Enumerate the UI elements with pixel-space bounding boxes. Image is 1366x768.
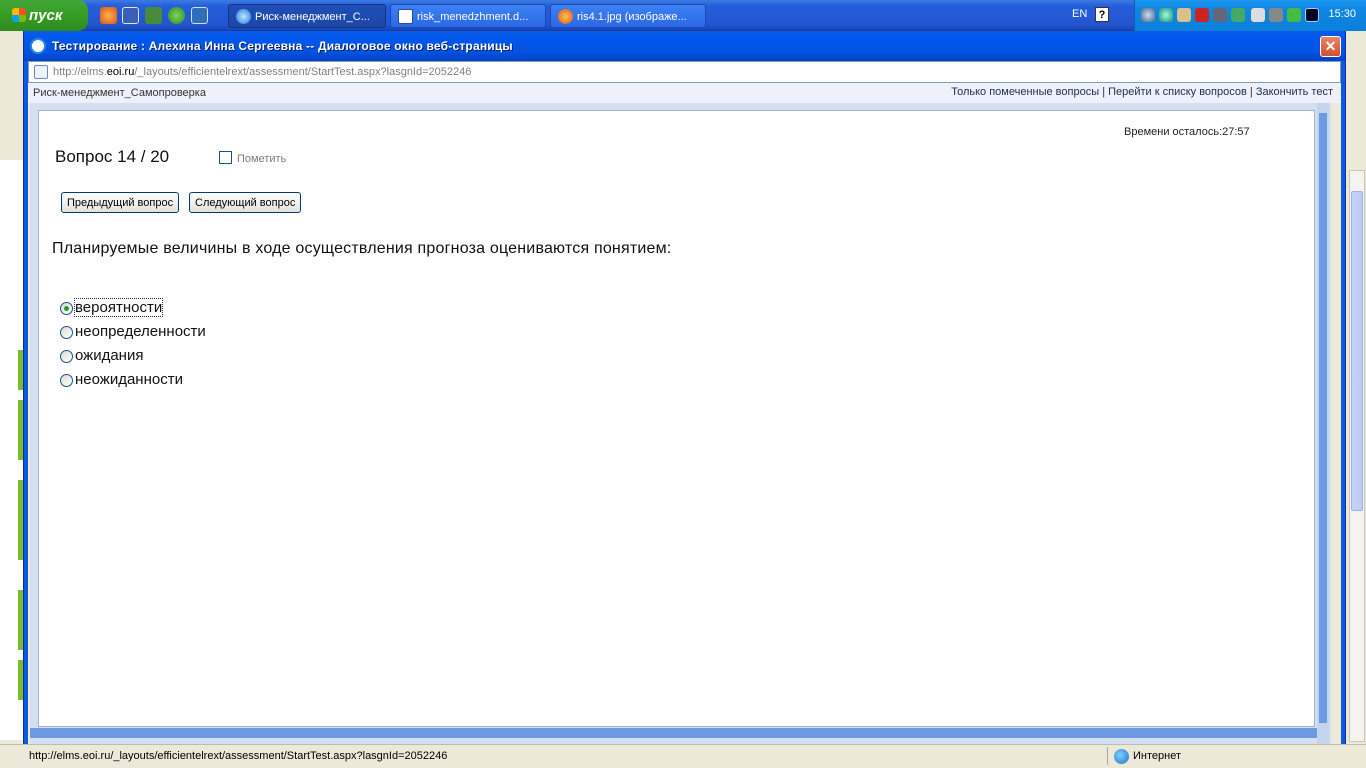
address-url: http://elms.eoi.ru/_layouts/efficientelr… — [53, 66, 472, 78]
next-question-button[interactable]: Следующий вопрос — [189, 192, 302, 213]
mark-label: Пометить — [237, 153, 287, 165]
link-separator: | — [1249, 86, 1253, 98]
tray-monitor-icon[interactable] — [1213, 8, 1227, 22]
network-icon[interactable] — [1141, 8, 1155, 22]
start-label: пуск — [29, 7, 63, 24]
status-bar: http://elms.eoi.ru/_layouts/efficientelr… — [0, 744, 1366, 768]
dialog-titlebar[interactable]: Тестирование : Алехина Инна Сергеевна --… — [24, 31, 1345, 61]
question-number: Вопрос 14 / 20 — [55, 147, 170, 166]
task-button-word[interactable]: risk_menedzhment.d... — [390, 4, 546, 28]
radio-button[interactable] — [60, 374, 73, 387]
task-label: risk_menedzhment.d... — [417, 11, 529, 23]
screen: { "taskbar": { "start_label": "пуск", "t… — [0, 0, 1366, 768]
ie-icon — [236, 9, 251, 24]
language-indicator[interactable]: EN — [1072, 8, 1087, 20]
task-label: Риск-менеджмент_С... — [255, 11, 370, 23]
globe-icon — [1114, 749, 1129, 764]
save-quicklaunch-icon[interactable] — [122, 7, 139, 24]
task-label: ris4.1.jpg (изображе... — [577, 11, 687, 23]
background-scrollbar[interactable] — [1349, 170, 1365, 742]
status-url: http://elms.eoi.ru/_layouts/efficientelr… — [29, 750, 448, 762]
app-quicklaunch-icon[interactable] — [145, 7, 162, 24]
time-left: Времени осталось:27:57 — [1124, 126, 1250, 138]
test-dialog-window: Тестирование : Алехина Инна Сергеевна --… — [23, 31, 1346, 768]
firefox-quicklaunch-icon[interactable] — [100, 7, 117, 24]
background-scrollbar-thumb[interactable] — [1351, 191, 1363, 511]
mark-question-checkbox[interactable]: Пометить — [219, 151, 286, 165]
answer-label[interactable]: неопределенности — [75, 323, 206, 340]
desktop-quicklaunch-icon[interactable] — [191, 7, 208, 24]
page-icon — [34, 65, 48, 79]
tray-drive-icon[interactable] — [1269, 8, 1283, 22]
status-separator — [1107, 747, 1108, 765]
content-frame: Времени осталось:27:57 Вопрос 14 / 20 По… — [30, 103, 1331, 763]
close-button[interactable]: ✕ — [1320, 36, 1341, 57]
windows-flag-icon — [12, 8, 26, 22]
finish-test-link[interactable]: Закончить тест — [1256, 86, 1333, 98]
antivirus-icon[interactable] — [1195, 8, 1209, 22]
radio-button-selected[interactable] — [60, 302, 73, 315]
dialog-body: http://elms.eoi.ru/_layouts/efficientelr… — [28, 61, 1341, 764]
start-button[interactable]: пуск — [0, 0, 88, 31]
volume-icon[interactable] — [1251, 8, 1265, 22]
word-doc-icon — [398, 9, 413, 24]
task-button-ie[interactable]: Риск-менеджмент_С... — [228, 4, 386, 28]
answer-label[interactable]: вероятности — [73, 298, 164, 317]
answer-label[interactable]: неожиданности — [75, 371, 183, 388]
tray-app-icon[interactable] — [1177, 8, 1191, 22]
question-text: Планируемые величины в ходе осуществлени… — [52, 240, 672, 257]
ie-icon — [30, 38, 46, 54]
address-bar: http://elms.eoi.ru/_layouts/efficientelr… — [28, 61, 1341, 83]
system-tray: 15:30 — [1134, 0, 1366, 31]
content-scrollbar-thumb[interactable] — [1319, 113, 1327, 723]
question-list-link[interactable]: Перейти к списку вопросов — [1108, 86, 1247, 98]
content-bottom-border — [30, 728, 1317, 738]
marked-questions-link[interactable]: Только помеченные вопросы — [951, 86, 1099, 98]
tray-chart-icon[interactable] — [1231, 8, 1245, 22]
content-scrollbar[interactable] — [1317, 103, 1329, 763]
test-header-row: Риск-менеджмент_Самопроверка Только поме… — [28, 83, 1341, 103]
radio-button[interactable] — [60, 326, 73, 339]
checkbox-box[interactable] — [219, 151, 232, 164]
clock[interactable]: 15:30 — [1328, 8, 1356, 20]
dialog-title: Тестирование : Алехина Инна Сергеевна --… — [52, 39, 513, 53]
help-icon[interactable]: ? — [1095, 7, 1109, 22]
answer-label[interactable]: ожидания — [75, 347, 143, 364]
question-panel: Времени осталось:27:57 Вопрос 14 / 20 По… — [38, 110, 1315, 727]
firefox-icon — [558, 9, 573, 24]
radio-button[interactable] — [60, 350, 73, 363]
sync-icon[interactable] — [1159, 8, 1173, 22]
tray-eyes-icon[interactable] — [1305, 8, 1319, 22]
tray-pencil-icon[interactable] — [1287, 8, 1301, 22]
test-links: Только помеченные вопросы | Перейти к сп… — [951, 86, 1333, 98]
link-separator: | — [1102, 86, 1106, 98]
utorrent-quicklaunch-icon[interactable] — [168, 7, 185, 24]
task-button-firefox[interactable]: ris4.1.jpg (изображе... — [550, 4, 706, 28]
course-name: Риск-менеджмент_Самопроверка — [33, 87, 206, 99]
security-zone: Интернет — [1133, 750, 1181, 762]
taskbar: пуск Риск-менеджмент_С... risk_menedzhme… — [0, 0, 1366, 31]
previous-question-button[interactable]: Предыдущий вопрос — [61, 192, 180, 213]
